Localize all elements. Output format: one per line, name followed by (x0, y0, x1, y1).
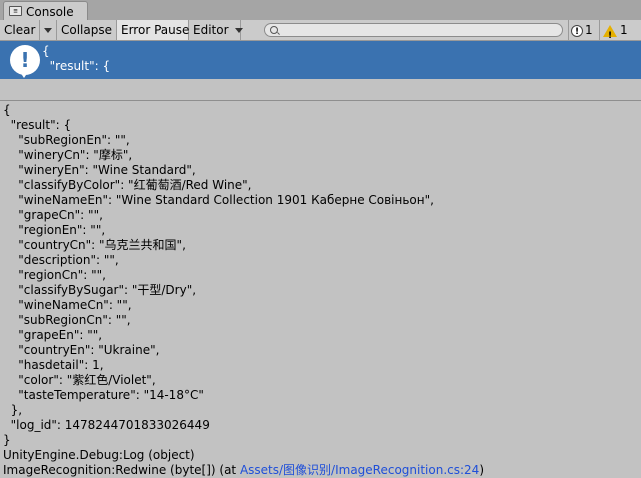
warning-icon (603, 24, 617, 46)
detail-line: "wineryEn": "Wine Standard", (3, 163, 196, 177)
collapse-label: Collapse (61, 23, 112, 37)
log-entry-line-2: "result": { (42, 59, 111, 73)
error-pause-toggle[interactable]: Error Pause (117, 20, 189, 40)
console-toolbar: Clear Collapse Error Pause Editor !1 1 (0, 20, 641, 46)
error-pause-label: Error Pause (121, 23, 190, 37)
detail-line: }, (3, 403, 23, 417)
detail-line: "wineNameEn": "Wine Standard Collection … (3, 193, 434, 207)
stack-trace-text: ImageRecognition:Redwine (byte[]) (at (3, 463, 240, 477)
detail-line: "subRegionCn": "", (3, 313, 131, 327)
detail-line: "countryCn": "乌克兰共和国", (3, 238, 186, 252)
collapse-toggle[interactable]: Collapse (57, 20, 117, 40)
console-icon: ≡ (9, 6, 22, 16)
detail-line: "result": { (3, 118, 72, 132)
detail-line: "subRegionEn": "", (3, 133, 130, 147)
detail-line: "log_id": 1478244701833026449 (3, 418, 210, 432)
warning-filter-toggle[interactable]: 1 (599, 20, 629, 46)
detail-line: { (3, 103, 11, 117)
log-entry-selected[interactable]: ! { "result": { (0, 41, 641, 79)
info-icon: ! (10, 45, 40, 78)
detail-line: "wineNameCn": "", (3, 298, 132, 312)
clear-button-label: Clear (4, 23, 36, 37)
detail-line: "hasdetail": 1, (3, 358, 104, 372)
chevron-down-icon (44, 28, 52, 33)
info-filter-toggle[interactable]: ! 1 (568, 20, 598, 40)
editor-label: Editor (193, 23, 229, 37)
stack-trace-text: ) (479, 463, 485, 477)
detail-line: "regionCn": "", (3, 268, 106, 282)
log-detail-panel: { "result": { "subRegionEn": "", "winery… (0, 102, 641, 477)
tab-bar: ≡ Console (0, 0, 641, 20)
log-detail-splitter[interactable] (0, 79, 641, 101)
detail-line: "grapeEn": "", (3, 328, 103, 342)
stack-trace-line: ImageRecognition:Redwine (byte[]) (at As… (3, 463, 484, 478)
warning-count: 1 (620, 23, 628, 37)
clear-button[interactable]: Clear (0, 20, 40, 40)
detail-line: "color": "紫红色/Violet", (3, 373, 156, 387)
detail-line: "regionEn": "", (3, 223, 106, 237)
source-file-link[interactable]: Assets/图像识别/ImageRecognition.cs:24 (240, 463, 479, 477)
search-icon (270, 26, 278, 34)
detail-line: } (3, 433, 11, 447)
detail-line: "tasteTemperature": "14-18°C" (3, 388, 204, 402)
detail-line: "countryEn": "Ukraine", (3, 343, 160, 357)
log-entry-line-1: { (42, 44, 50, 58)
detail-line: "grapeCn": "", (3, 208, 103, 222)
clear-options-dropdown[interactable] (40, 20, 57, 40)
editor-dropdown[interactable]: Editor (189, 20, 244, 40)
detail-line: "wineryCn": "摩标", (3, 148, 133, 162)
tab-console[interactable]: ≡ Console (3, 1, 88, 20)
detail-line: "classifyByColor": "红葡萄酒/Red Wine", (3, 178, 252, 192)
info-icon: ! (571, 24, 583, 37)
tab-console-label: Console (26, 5, 74, 19)
chevron-down-icon (235, 28, 244, 33)
detail-line: "description": "", (3, 253, 119, 267)
search-input[interactable] (264, 23, 563, 37)
stack-trace-line: UnityEngine.Debug:Log (object) (3, 448, 195, 462)
detail-line: "classifyBySugar": "干型/Dry", (3, 283, 197, 297)
info-count: 1 (585, 23, 593, 37)
